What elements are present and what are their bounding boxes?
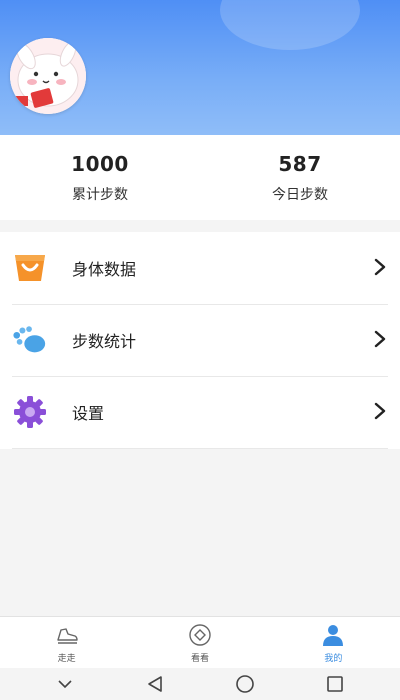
sneaker-icon [55,623,79,647]
bottom-tab-bar: 走走 看看 我的 [0,616,400,668]
header-glow [220,0,360,50]
menu-item-label: 设置 [72,404,105,423]
tab-label: 走走 [57,654,76,664]
menu-item-body-data[interactable]: 身体数据 [0,232,400,304]
menu-item-step-stats[interactable]: 步数统计 [0,304,400,376]
total-steps-label: 累计步数 [72,186,128,203]
tab-mine[interactable]: 我的 [267,617,400,668]
step-stats: 1000 累计步数 587 今日步数 [0,135,400,220]
chevron-down-icon[interactable] [45,670,85,698]
stat-total: 1000 累计步数 [0,135,200,220]
today-steps-value: 587 [278,151,322,176]
gear-icon [12,394,48,430]
eye-diamond-icon [188,623,212,647]
menu-item-settings[interactable]: 设置 [0,376,400,448]
shopping-bag-icon [12,250,48,286]
tab-watch[interactable]: 看看 [133,617,266,668]
today-steps-label: 今日步数 [272,186,328,203]
tab-walk[interactable]: 走走 [0,617,133,668]
chevron-right-icon [374,258,386,280]
chevron-right-icon [374,330,386,352]
divider [12,448,388,449]
profile-header [0,0,400,135]
person-icon [321,623,345,647]
tab-label: 我的 [324,654,343,664]
total-steps-value: 1000 [71,151,129,176]
footprint-icon [12,322,48,358]
menu-item-label: 身体数据 [72,260,137,279]
home-circle-icon[interactable] [225,670,265,698]
recents-square-icon[interactable] [315,670,355,698]
back-triangle-icon[interactable] [135,670,175,698]
bunny-avatar-icon [10,38,86,114]
avatar[interactable] [10,38,86,114]
menu-item-label: 步数统计 [72,332,137,351]
stat-today: 587 今日步数 [200,135,400,220]
settings-menu: 身体数据 步数统计 设置 [0,232,400,449]
tab-label: 看看 [190,654,209,664]
system-nav-bar [0,668,400,700]
chevron-right-icon [374,402,386,424]
